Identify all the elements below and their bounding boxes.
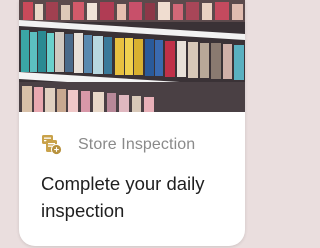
store-shelves-image [19,0,245,112]
store-inspection-icon [42,135,62,155]
inspection-card[interactable]: Store Inspection Complete your daily ins… [19,0,245,246]
card-body: Store Inspection Complete your daily ins… [19,112,245,246]
category-label: Store Inspection [78,136,196,153]
category-row: Store Inspection [41,134,195,156]
card-title: Complete your daily inspection [41,173,205,221]
